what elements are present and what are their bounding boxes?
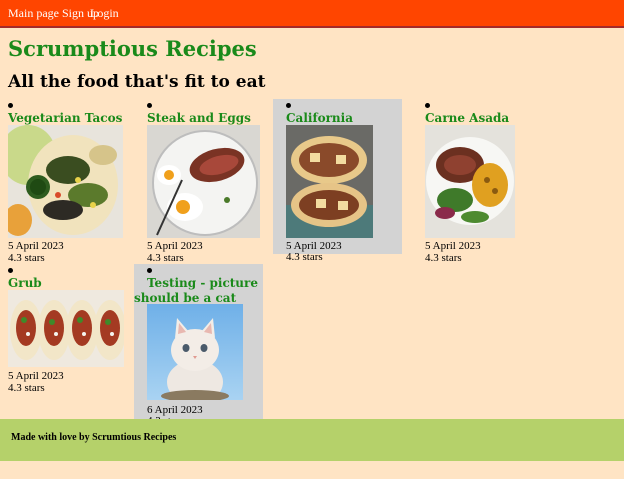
recipe-image[interactable]	[8, 290, 124, 367]
kitten-photo	[147, 304, 243, 400]
list-bullet	[147, 268, 152, 273]
recipe-title[interactable]: Testing - picture should be a cat	[134, 276, 260, 306]
carne-asada-photo	[425, 125, 515, 238]
recipe-card[interactable]: Testing - picture should be a cat 6 Apri…	[134, 264, 263, 427]
burrito-photo	[286, 125, 373, 238]
recipe-image[interactable]	[425, 125, 515, 238]
list-bullet	[425, 103, 430, 108]
nav-link-main-page[interactable]: Main page	[8, 6, 59, 21]
site-title: Scrumptious Recipes	[8, 36, 257, 61]
list-bullet	[8, 268, 13, 273]
recipe-image[interactable]	[147, 304, 243, 400]
tacos-photo	[8, 125, 123, 238]
recipe-card[interactable]: California Burrito 5 April 2023 4.3 star…	[273, 99, 402, 263]
page-footer: Made with love by Scrumtious Recipes	[0, 419, 624, 461]
recipe-image[interactable]	[286, 125, 373, 238]
steak-and-eggs-photo	[147, 125, 260, 238]
site-tagline: All the food that's fit to eat	[8, 72, 266, 92]
recipe-rating: 4.3 stars	[8, 382, 45, 394]
list-bullet	[147, 103, 152, 108]
recipe-rating: 4.3 stars	[286, 251, 323, 263]
recipe-image[interactable]	[147, 125, 260, 238]
recipe-image[interactable]	[8, 125, 123, 238]
top-nav-bar: Main page Sign up Login	[0, 0, 624, 28]
recipe-card[interactable]: Steak and Eggs 5 April 2023 4.3 stars	[147, 100, 267, 265]
recipe-title[interactable]: Grub	[8, 276, 128, 291]
recipe-card[interactable]: Carne Asada 5 April 2023 4.3 stars	[425, 100, 545, 265]
recipe-title[interactable]: Vegetarian Tacos	[8, 111, 128, 126]
recipe-rating: 4.3 stars	[425, 252, 462, 264]
street-tacos-photo	[8, 290, 124, 367]
recipe-rating: 4.3 stars	[8, 252, 45, 264]
footer-text: Made with love by Scrumtious Recipes	[11, 432, 177, 443]
recipe-title[interactable]: Steak and Eggs	[147, 111, 267, 126]
recipe-title[interactable]: Carne Asada	[425, 111, 545, 126]
nav-link-login[interactable]: Login	[90, 6, 119, 21]
list-bullet	[8, 103, 13, 108]
list-bullet	[286, 103, 291, 108]
recipe-card[interactable]: Grub 5 April 2023 4.3 stars	[8, 265, 128, 395]
recipe-card[interactable]: Vegetarian Tacos 5 April 2023 4.3 stars	[8, 100, 128, 265]
